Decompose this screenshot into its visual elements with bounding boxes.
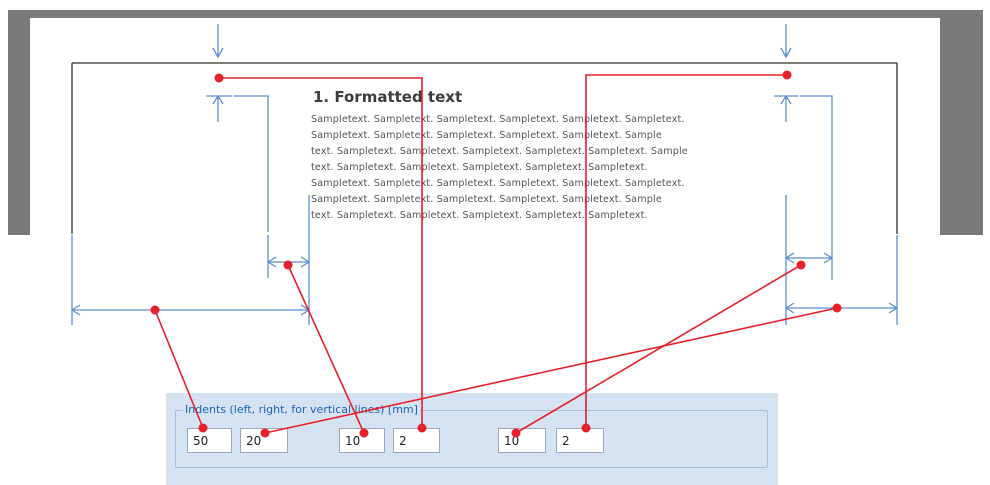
text-top-arrow-right xyxy=(774,94,798,122)
connector-left-indent xyxy=(154,309,204,429)
connector-dot xyxy=(198,423,208,433)
connector-dot xyxy=(417,423,427,433)
left-indent-dimension xyxy=(70,304,311,316)
margin-extension-lines xyxy=(71,235,898,325)
annotation-overlay xyxy=(70,24,899,438)
text-top-arrow-left xyxy=(206,94,232,122)
dimension-lines xyxy=(70,24,899,325)
vertical-line-1-bracket xyxy=(234,95,269,232)
vertical-line-2-spacing-dimension xyxy=(784,252,834,264)
indent-diagram: 1. Formatted text Sampletext. Sampletext… xyxy=(0,0,990,485)
vertical-line-2-bracket xyxy=(800,95,833,280)
connector-dot xyxy=(150,305,160,315)
connector-vline1-left xyxy=(287,264,365,434)
connector-lines xyxy=(154,74,838,434)
connector-dot xyxy=(260,428,270,438)
connector-dot xyxy=(214,73,224,83)
connector-dot xyxy=(511,428,521,438)
connector-vline2-left xyxy=(515,264,802,434)
top-margin-arrow-right xyxy=(780,24,792,59)
page-margin-frame xyxy=(71,62,898,234)
connector-right-indent xyxy=(264,307,838,434)
connector-dot xyxy=(782,70,792,80)
connector-dot xyxy=(359,428,369,438)
connector-dot xyxy=(832,303,842,313)
connector-dot xyxy=(796,260,806,270)
connector-vline1-right xyxy=(219,77,423,428)
connector-dot xyxy=(581,423,591,433)
top-margin-arrow-left xyxy=(212,24,224,59)
connector-vline2-right xyxy=(585,74,787,428)
connector-dot xyxy=(283,260,293,270)
text-edge-extension-lines xyxy=(308,195,787,325)
